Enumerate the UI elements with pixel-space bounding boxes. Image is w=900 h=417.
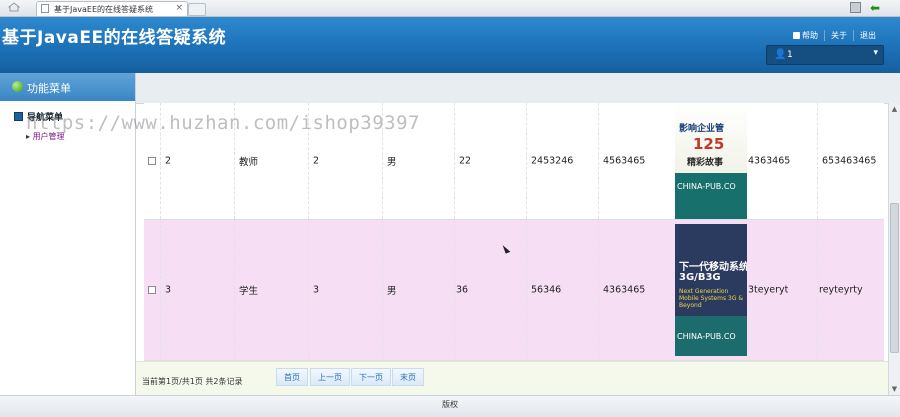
table-row[interactable]: 2 教师 2 男 22 2453246 4563465 影响企业管 125 精彩… bbox=[144, 103, 884, 220]
help-icon bbox=[793, 32, 800, 39]
app-header: 基于JavaEE的在线答疑系统 帮助 关于 退出 👤 1 ▾ bbox=[0, 17, 900, 73]
cell-id: 2 bbox=[160, 103, 234, 219]
nav-group-main[interactable]: 导航菜单 bbox=[14, 110, 63, 123]
cell-col10: reyteyrty bbox=[817, 220, 884, 360]
close-icon[interactable]: × bbox=[175, 3, 183, 13]
content-top-strip bbox=[136, 73, 900, 104]
main-content: 2 教师 2 男 22 2453246 4563465 影响企业管 125 精彩… bbox=[136, 73, 900, 396]
vertical-scrollbar[interactable]: ▲ ▼ bbox=[888, 103, 900, 395]
user-dropdown[interactable]: 👤 1 ▾ bbox=[766, 45, 884, 65]
user-icon: 👤 bbox=[774, 49, 787, 60]
next-page-button[interactable]: 下一页 bbox=[351, 368, 391, 386]
page-icon bbox=[41, 4, 49, 13]
row-checkbox[interactable] bbox=[148, 286, 156, 294]
cell-col6: 56346 bbox=[526, 220, 598, 360]
scroll-down-icon[interactable]: ▼ bbox=[890, 384, 899, 394]
sidebar-header-label: 功能菜单 bbox=[27, 82, 71, 95]
cell-cover: 影响企业管 125 精彩故事 CHINA-PUB.CO bbox=[675, 103, 747, 219]
about-link[interactable]: 关于 bbox=[824, 30, 853, 41]
copyright-text: 版权 bbox=[442, 400, 458, 409]
compatibility-icon[interactable] bbox=[850, 2, 861, 13]
cell-age: 22 bbox=[454, 103, 526, 219]
browser-tab-title: 基于JavaEE的在线答疑系统 bbox=[54, 5, 154, 14]
cell-gender: 男 bbox=[382, 103, 454, 219]
cell-col10: 653463465 bbox=[817, 103, 884, 219]
cell-col3: 3 bbox=[308, 220, 382, 360]
cell-gender: 男 bbox=[382, 220, 454, 360]
cell-role: 学生 bbox=[234, 220, 308, 360]
chevron-down-icon: ▾ bbox=[873, 48, 878, 58]
back-arrow-icon[interactable]: ⬅ bbox=[870, 1, 880, 15]
browser-tab-bar: 基于JavaEE的在线答疑系统 × ⬅ bbox=[0, 0, 900, 17]
user-name: 1 bbox=[787, 50, 793, 60]
logout-link[interactable]: 退出 bbox=[853, 30, 882, 41]
book-cover-image: 影响企业管 125 精彩故事 CHINA-PUB.CO bbox=[675, 103, 747, 219]
cell-age: 36 bbox=[454, 220, 526, 360]
cell-col9: 3teyeryt bbox=[748, 284, 789, 296]
green-ball-icon bbox=[12, 81, 23, 92]
browser-tab[interactable]: 基于JavaEE的在线答疑系统 × bbox=[36, 1, 188, 16]
help-link[interactable]: 帮助 bbox=[787, 30, 824, 41]
cell-col9: 4363465 bbox=[748, 155, 791, 167]
page-footer: 版权 bbox=[0, 395, 900, 417]
app-title: 基于JavaEE的在线答疑系统 bbox=[2, 28, 227, 48]
cell-role: 教师 bbox=[234, 103, 308, 219]
pagination-bar: 当前第1页/共1页 共2条记录 首页 上一页 下一页 末页 bbox=[136, 361, 900, 396]
last-page-button[interactable]: 末页 bbox=[392, 368, 424, 386]
row-select-cell bbox=[144, 103, 160, 219]
sidebar-item-user-management[interactable]: ▸ 用户管理 bbox=[26, 131, 65, 142]
triangle-right-icon: ▸ bbox=[26, 132, 31, 141]
cell-col3: 2 bbox=[308, 103, 382, 219]
cell-col7: 4563465 bbox=[598, 103, 674, 219]
menu-square-icon bbox=[14, 112, 23, 121]
cell-id: 3 bbox=[160, 220, 234, 360]
scroll-thumb[interactable] bbox=[890, 203, 899, 353]
cell-cover: 下一代移动系统 3G/B3G Next Generation Mobile Sy… bbox=[675, 220, 747, 360]
sidebar: 功能菜单 导航菜单 ▸ 用户管理 bbox=[0, 73, 136, 395]
row-checkbox[interactable] bbox=[148, 157, 156, 165]
cell-col6: 2453246 bbox=[526, 103, 598, 219]
sidebar-item-label: 用户管理 bbox=[32, 132, 65, 141]
new-tab-button[interactable] bbox=[188, 3, 206, 16]
nav-group-label: 导航菜单 bbox=[27, 113, 64, 123]
table-row[interactable]: 3 学生 3 男 36 56346 4363465 下一代移动系统 3G/B3G… bbox=[144, 220, 884, 361]
scroll-up-icon[interactable]: ▲ bbox=[890, 104, 899, 114]
first-page-button[interactable]: 首页 bbox=[276, 368, 308, 386]
cell-col7: 4363465 bbox=[598, 220, 674, 360]
row-select-cell bbox=[144, 220, 160, 360]
pagination-info: 当前第1页/共1页 共2条记录 bbox=[142, 377, 243, 386]
book-cover-image: 下一代移动系统 3G/B3G Next Generation Mobile Sy… bbox=[675, 224, 747, 356]
home-icon[interactable] bbox=[8, 2, 20, 12]
prev-page-button[interactable]: 上一页 bbox=[310, 368, 350, 386]
sidebar-header: 功能菜单 bbox=[0, 73, 135, 101]
top-nav: 帮助 关于 退出 bbox=[787, 30, 882, 41]
